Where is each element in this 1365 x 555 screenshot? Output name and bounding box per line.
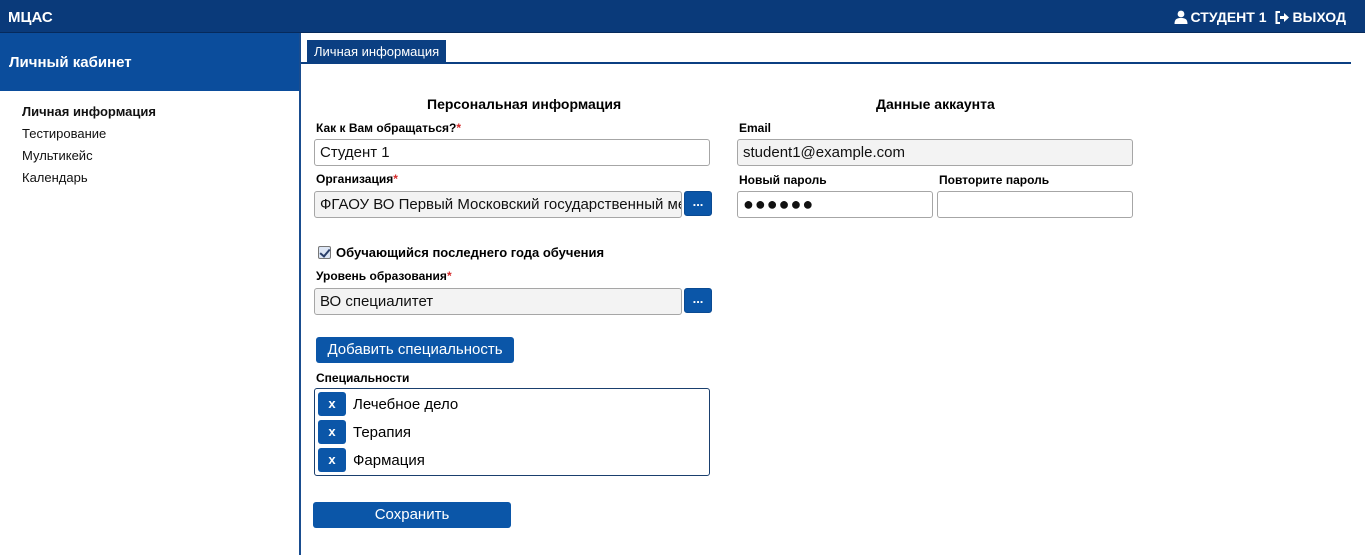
logout-icon: [1275, 10, 1290, 24]
user-area: СТУДЕНТ 1 ВЫХОД: [1174, 9, 1346, 25]
sidebar-item-multicase[interactable]: Мультикейс: [22, 149, 156, 171]
app-title[interactable]: МЦАС: [8, 9, 53, 26]
sidebar-item-calendar[interactable]: Календарь: [22, 171, 156, 193]
final-year-label[interactable]: Обучающийся последнего года обучения: [336, 245, 604, 260]
organization-label: Организация*: [316, 172, 398, 186]
list-item: x Терапия: [318, 420, 411, 444]
user-menu[interactable]: СТУДЕНТ 1: [1174, 9, 1267, 25]
name-label: Как к Вам обращаться?*: [316, 121, 461, 135]
organization-select-button[interactable]: ...: [684, 191, 712, 216]
specialty-name: Терапия: [353, 423, 411, 441]
repeat-password-input[interactable]: [937, 191, 1133, 218]
account-section-title: Данные аккаунта: [876, 96, 995, 112]
organization-field[interactable]: ФГАОУ ВО Первый Московский государственн…: [314, 191, 682, 218]
remove-specialty-button[interactable]: x: [318, 420, 346, 444]
tab-strip: Личная информация: [301, 33, 1351, 64]
new-password-label: Новый пароль: [739, 173, 827, 187]
logout-label: ВЫХОД: [1292, 9, 1346, 25]
list-item: x Лечебное дело: [318, 392, 458, 416]
required-mark: *: [456, 121, 461, 135]
personal-section-title: Персональная информация: [427, 96, 622, 112]
logout-button[interactable]: ВЫХОД: [1275, 9, 1346, 25]
final-year-checkbox[interactable]: [318, 246, 331, 259]
name-input[interactable]: [314, 139, 710, 166]
user-name: СТУДЕНТ 1: [1190, 9, 1267, 25]
sidebar-title: Личный кабинет: [9, 54, 132, 71]
repeat-password-label: Повторите пароль: [939, 173, 1050, 187]
remove-specialty-button[interactable]: x: [318, 448, 346, 472]
new-password-input[interactable]: ●●●●●●: [737, 191, 933, 218]
specialty-name: Фармация: [353, 451, 425, 469]
sidebar: Личный кабинет Личная информация Тестиро…: [0, 33, 301, 555]
top-bar: МЦАС СТУДЕНТ 1 ВЫХОД: [0, 0, 1365, 33]
specialties-label: Специальности: [316, 371, 410, 385]
required-mark: *: [446, 269, 452, 283]
email-field[interactable]: student1@example.com: [737, 139, 1133, 166]
sidebar-item-personal-info[interactable]: Личная информация: [22, 105, 156, 127]
save-button[interactable]: Сохранить: [313, 502, 511, 528]
sidebar-nav: Личная информация Тестирование Мультикей…: [22, 105, 156, 193]
email-label: Email: [739, 121, 772, 135]
list-item: x Фармация: [318, 448, 425, 472]
sidebar-header: Личный кабинет: [0, 33, 299, 91]
specialty-name: Лечебное дело: [353, 395, 459, 413]
user-icon: [1174, 10, 1188, 24]
specialties-list: x Лечебное дело x Терапия x Фармация: [314, 388, 710, 476]
remove-specialty-button[interactable]: x: [318, 392, 346, 416]
education-level-label: Уровень образования*: [316, 269, 452, 283]
sidebar-item-testing[interactable]: Тестирование: [22, 127, 156, 149]
required-mark: *: [393, 172, 398, 186]
tab-personal-info[interactable]: Личная информация: [307, 40, 447, 63]
education-level-select-button[interactable]: ...: [684, 288, 712, 313]
education-level-field[interactable]: ВО специалитет: [314, 288, 682, 315]
add-specialty-button[interactable]: Добавить специальность: [316, 337, 514, 363]
